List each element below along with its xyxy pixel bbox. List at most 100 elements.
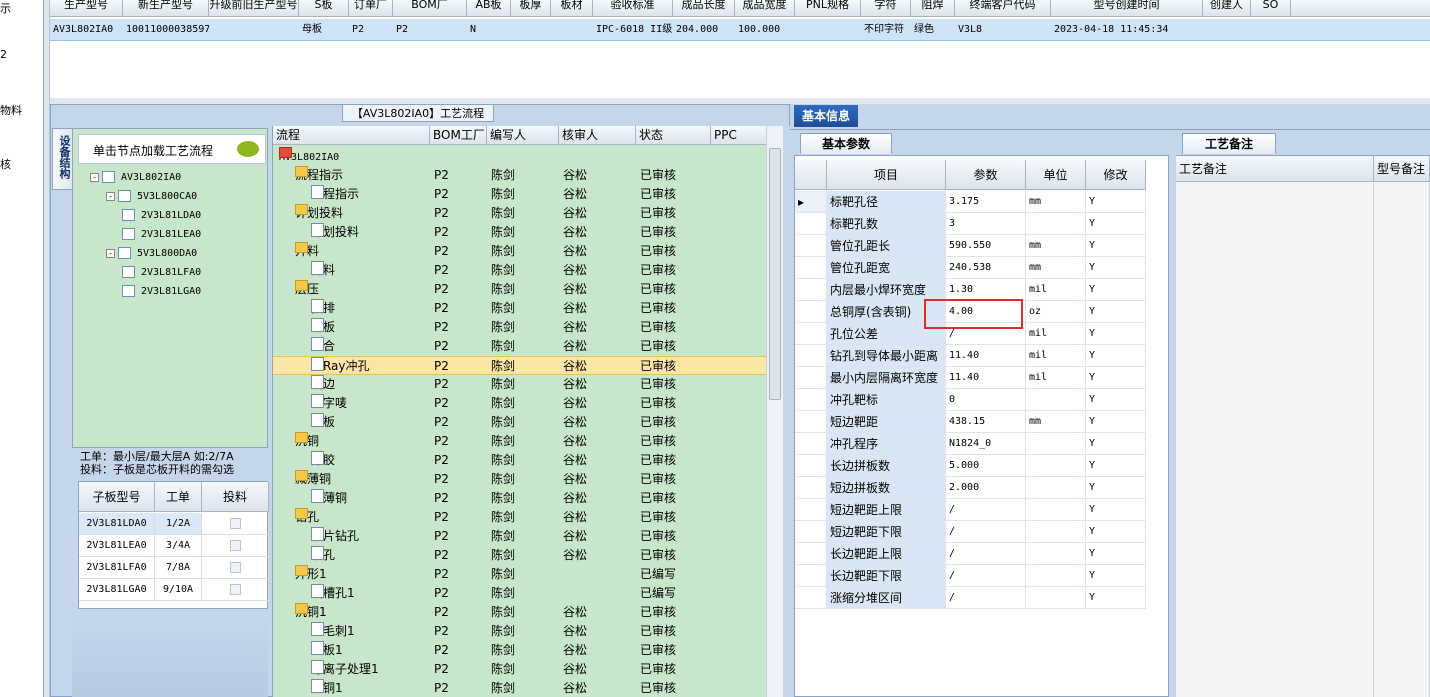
row-selector[interactable] <box>795 323 827 345</box>
process-row[interactable]: -开料 P2 陈剑 谷松 已审核 <box>273 242 767 261</box>
process-row[interactable]: -钻孔 P2 陈剑 谷松 已审核 <box>273 508 767 527</box>
grid-cell[interactable]: 谷松 <box>563 470 587 489</box>
grid-cell[interactable]: 已编写 <box>640 565 676 584</box>
grid-cell[interactable]: 5.000 <box>946 455 1026 477</box>
grid-cell[interactable]: 谷松 <box>563 223 587 242</box>
process-name-cell[interactable]: 预排 <box>311 299 335 318</box>
grid-cell[interactable]: / <box>946 565 1026 587</box>
column-header[interactable]: PPC <box>711 126 767 145</box>
tree-node[interactable]: 2V3L81LFA0 <box>122 265 201 281</box>
grid-cell[interactable]: 590.550 <box>946 235 1026 257</box>
grid-cell[interactable]: / <box>946 587 1026 609</box>
checkbox[interactable] <box>229 539 241 551</box>
process-name-cell[interactable]: 去毛刺1 <box>311 622 355 641</box>
grid-cell[interactable]: 已审核 <box>640 660 676 679</box>
process-name-cell[interactable]: -AV3L802IA0 <box>279 147 339 167</box>
grid-cell[interactable]: 管位孔距长 <box>827 235 946 257</box>
process-name-cell[interactable]: 开料 <box>311 261 335 280</box>
column-header[interactable]: 字符 <box>861 0 911 17</box>
grid-cell[interactable]: 涨缩分堆区间 <box>827 587 946 609</box>
vertical-splitter[interactable] <box>1169 130 1176 697</box>
grid-cell[interactable]: 谷松 <box>563 413 587 432</box>
grid-cell[interactable]: 204.000 <box>676 19 735 41</box>
grid-cell[interactable]: 谷松 <box>563 299 587 318</box>
process-row[interactable]: -层压 P2 陈剑 谷松 已审核 <box>273 280 767 299</box>
process-scrollbar[interactable] <box>766 126 783 697</box>
row-selector[interactable] <box>795 279 827 301</box>
grid-cell[interactable] <box>1026 543 1086 565</box>
process-name-cell[interactable]: -外形1 <box>295 565 327 584</box>
grid-cell[interactable]: 2023-04-18 11:45:34 <box>1054 19 1203 41</box>
process-row[interactable]: -减薄铜 P2 陈剑 谷松 已审核 <box>273 470 767 489</box>
grid-cell[interactable]: 0 <box>946 389 1026 411</box>
process-row[interactable]: 烘板 P2 陈剑 谷松 已审核 <box>273 413 767 432</box>
grid-cell[interactable]: 3.175 <box>946 191 1026 213</box>
grid-cell[interactable]: 已审核 <box>640 280 676 299</box>
grid-cell[interactable]: 100.000 <box>738 19 795 41</box>
grid-cell[interactable]: P2 <box>434 357 449 376</box>
column-header[interactable]: SO <box>1251 0 1291 17</box>
grid-cell[interactable]: P2 <box>434 622 449 641</box>
grid-cell[interactable]: 陈剑 <box>491 565 515 584</box>
process-name-cell[interactable]: 计划投料 <box>311 223 359 242</box>
grid-cell[interactable]: 标靶孔径 <box>827 191 946 213</box>
column-header[interactable]: 板材 <box>551 0 593 17</box>
grid-cell[interactable]: 已审核 <box>640 508 676 527</box>
grid-cell[interactable] <box>1026 565 1086 587</box>
grid-cell[interactable]: P2 <box>434 679 449 697</box>
row-selector[interactable] <box>795 389 827 411</box>
grid-cell[interactable] <box>1026 213 1086 235</box>
grid-cell[interactable]: 已审核 <box>640 375 676 394</box>
process-name-cell[interactable]: -沉铜 <box>295 432 319 451</box>
grid-cell[interactable]: 已编写 <box>640 584 676 603</box>
column-header[interactable]: 新生产型号 <box>123 0 209 17</box>
grid-cell[interactable]: P2 <box>434 185 449 204</box>
tree-node[interactable]: 2V3L81LDA0 <box>122 208 201 224</box>
grid-cell[interactable]: 陈剑 <box>491 527 515 546</box>
grid-cell[interactable]: 已审核 <box>640 299 676 318</box>
column-header[interactable]: 创建人 <box>1203 0 1251 17</box>
process-name-cell[interactable]: 铣边 <box>311 375 335 394</box>
grid-cell[interactable]: mil <box>1026 323 1086 345</box>
grid-cell[interactable] <box>202 513 269 535</box>
grid-cell[interactable]: Y <box>1086 235 1146 257</box>
grid-cell[interactable]: 标靶孔数 <box>827 213 946 235</box>
grid-cell[interactable] <box>514 19 551 41</box>
process-row[interactable]: 流程指示 P2 陈剑 谷松 已审核 <box>273 185 767 204</box>
grid-cell[interactable]: 谷松 <box>563 204 587 223</box>
grid-cell[interactable]: 陈剑 <box>491 432 515 451</box>
grid-cell[interactable]: P2 <box>434 527 449 546</box>
grid-cell[interactable]: 谷松 <box>563 394 587 413</box>
grid-cell[interactable]: 已审核 <box>640 470 676 489</box>
grid-cell[interactable]: 已审核 <box>640 204 676 223</box>
process-row[interactable]: 打字唛 P2 陈剑 谷松 已审核 <box>273 394 767 413</box>
grid-cell[interactable]: 最小内层隔离环宽度 <box>827 367 946 389</box>
grid-cell[interactable]: mm <box>1026 411 1086 433</box>
grid-cell[interactable]: 短边靶距下限 <box>827 521 946 543</box>
grid-cell[interactable]: 陈剑 <box>491 508 515 527</box>
grid-cell[interactable]: 已审核 <box>640 451 676 470</box>
process-row[interactable]: -沉铜 P2 陈剑 谷松 已审核 <box>273 432 767 451</box>
collapse-icon[interactable]: - <box>106 248 115 258</box>
grid-cell[interactable]: 母板 <box>302 19 349 41</box>
grid-cell[interactable]: 长边靶距上限 <box>827 543 946 565</box>
grid-cell[interactable]: 冲孔程序 <box>827 433 946 455</box>
nav-item-label[interactable]: 物料 <box>0 102 22 118</box>
column-header[interactable]: 单位 <box>1026 160 1086 190</box>
grid-cell[interactable]: Y <box>1086 455 1146 477</box>
grid-cell[interactable]: 谷松 <box>563 641 587 660</box>
grid-cell[interactable]: 陈剑 <box>491 603 515 622</box>
grid-cell[interactable]: 已审核 <box>640 394 676 413</box>
grid-cell[interactable]: 陈剑 <box>491 546 515 565</box>
column-header[interactable]: 型号备注 <box>1374 156 1430 182</box>
process-row[interactable]: 铝片钻孔 P2 陈剑 谷松 已审核 <box>273 527 767 546</box>
row-selector[interactable] <box>795 543 827 565</box>
grid-cell[interactable]: 已审核 <box>640 318 676 337</box>
grid-cell[interactable]: mil <box>1026 345 1086 367</box>
grid-cell[interactable]: 谷松 <box>563 337 587 356</box>
grid-cell[interactable] <box>1026 477 1086 499</box>
grid-cell[interactable]: 陈剑 <box>491 375 515 394</box>
column-header[interactable]: 升级前旧生产型号 <box>209 0 299 17</box>
column-header[interactable]: 成品宽度 <box>735 0 795 17</box>
column-header[interactable]: 核审人 <box>559 126 636 145</box>
